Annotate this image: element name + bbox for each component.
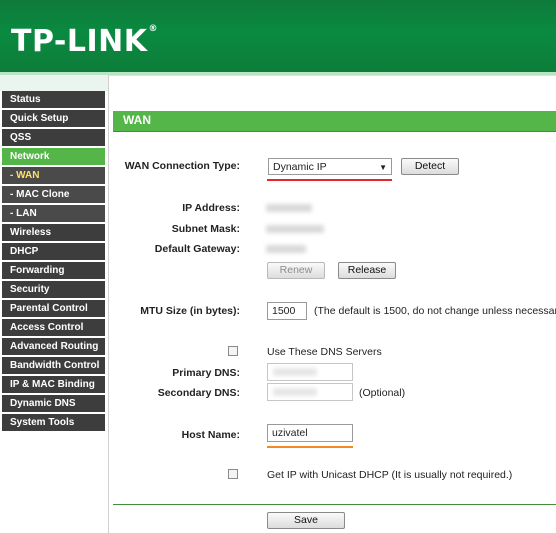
detect-button[interactable]: Detect xyxy=(401,158,459,175)
ip-address-value-redacted xyxy=(266,204,312,212)
primary-dns-label: Primary DNS: xyxy=(172,367,240,379)
sidebar-item-forwarding[interactable]: Forwarding xyxy=(2,262,105,279)
sidebar-item-access-control[interactable]: Access Control xyxy=(2,319,105,336)
secondary-dns-value-redacted xyxy=(273,388,317,396)
sidebar-item-status[interactable]: Status xyxy=(2,91,105,108)
subnet-mask-value-redacted xyxy=(266,225,324,233)
sidebar-top-gap xyxy=(0,75,108,91)
unicast-dhcp-checkbox[interactable] xyxy=(228,469,238,479)
secondary-dns-hint: (Optional) xyxy=(359,387,406,399)
unicast-dhcp-label: Get IP with Unicast DHCP (It is usually … xyxy=(267,469,513,481)
sidebar-item-security[interactable]: Security xyxy=(2,281,105,298)
form-bottom-divider xyxy=(113,504,556,505)
title-bar-underline xyxy=(113,131,556,132)
wan-connection-type-value: Dynamic IP xyxy=(273,161,327,173)
renew-button[interactable]: Renew xyxy=(267,262,325,279)
mtu-size-label: MTU Size (in bytes): xyxy=(140,305,240,317)
use-dns-servers-label: Use These DNS Servers xyxy=(267,346,382,358)
page-title: WAN xyxy=(123,113,151,127)
primary-dns-input[interactable] xyxy=(267,363,353,381)
use-dns-servers-checkbox[interactable] xyxy=(228,346,238,356)
release-button[interactable]: Release xyxy=(338,262,396,279)
sidebar-item-qss[interactable]: QSS xyxy=(2,129,105,146)
primary-dns-value-redacted xyxy=(273,368,317,376)
secondary-dns-label: Secondary DNS: xyxy=(157,387,240,399)
sidebar-item-mac-clone[interactable]: - MAC Clone xyxy=(2,186,105,203)
wan-type-highlight-underline xyxy=(267,179,392,181)
page-title-bar: WAN xyxy=(113,111,556,131)
secondary-dns-input[interactable] xyxy=(267,383,353,401)
subnet-mask-label: Subnet Mask: xyxy=(171,223,240,235)
chevron-down-icon: ▼ xyxy=(379,163,387,172)
host-name-label: Host Name: xyxy=(181,429,240,441)
main-content: WAN xyxy=(109,75,556,533)
host-name-highlight-underline xyxy=(267,446,353,448)
sidebar-item-advanced-routing[interactable]: Advanced Routing xyxy=(2,338,105,355)
header-banner: TP-LINK® xyxy=(0,0,556,72)
ip-address-label: IP Address: xyxy=(182,202,240,214)
mtu-size-input[interactable]: 1500 xyxy=(267,302,307,320)
sidebar-item-quick-setup[interactable]: Quick Setup xyxy=(2,110,105,127)
default-gateway-label: Default Gateway: xyxy=(154,243,240,255)
save-button[interactable]: Save xyxy=(267,512,345,529)
host-name-input[interactable]: uzivatel xyxy=(267,424,353,442)
mtu-size-hint: (The default is 1500, do not change unle… xyxy=(314,305,556,317)
sidebar-menu: Status Quick Setup QSS Network - WAN - M… xyxy=(0,75,109,533)
default-gateway-value-redacted xyxy=(266,245,306,253)
content-top-border xyxy=(109,75,556,76)
tp-link-logo: TP-LINK® xyxy=(11,24,159,59)
wan-connection-type-select[interactable]: Dynamic IP ▼ xyxy=(268,158,392,175)
wan-connection-type-label: WAN Connection Type: xyxy=(124,160,240,172)
